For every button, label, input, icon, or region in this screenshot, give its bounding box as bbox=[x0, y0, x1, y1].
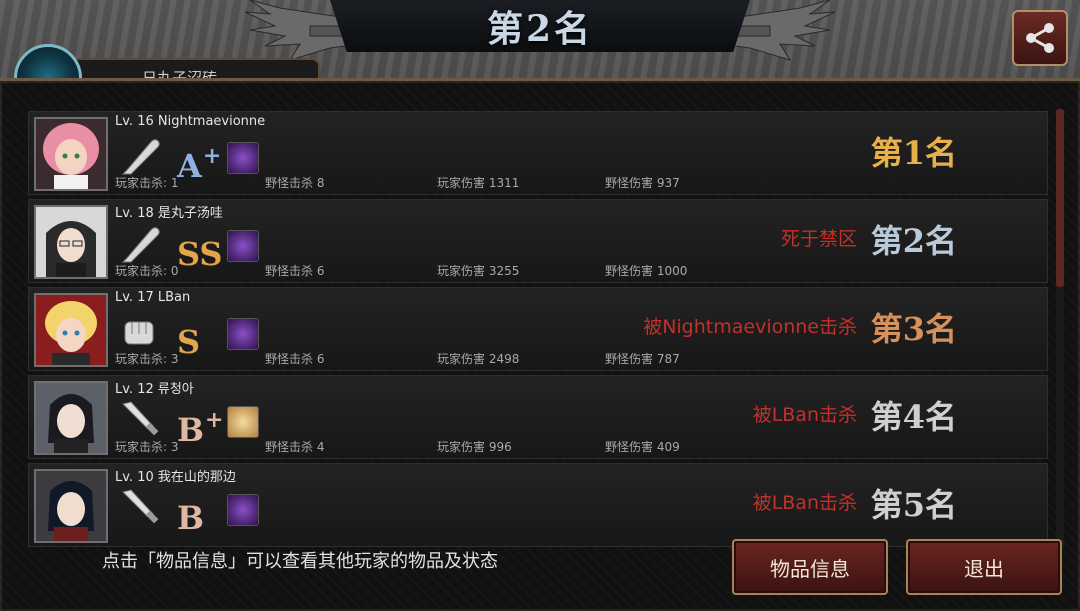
player-avatar bbox=[34, 117, 108, 191]
death-cause: 死于禁区 bbox=[780, 228, 857, 250]
player-list[interactable]: Lv. 16 Nightmaevionne A+ 玩家击杀: 1 野怪击杀 8 … bbox=[28, 109, 1050, 559]
player-level-name: Lv. 10 我在山的那边 bbox=[115, 470, 236, 485]
purple-item-icon bbox=[227, 142, 259, 174]
share-icon bbox=[1026, 23, 1054, 53]
player-level-name: Lv. 16 Nightmaevionne bbox=[115, 114, 266, 129]
bat-icon bbox=[121, 227, 160, 263]
death-cause: 被Nightmaevionne击杀 bbox=[643, 316, 857, 338]
player-stats: 玩家击杀: 1 野怪击杀 8 玩家伤害 1311 野怪伤害 937 bbox=[115, 176, 680, 190]
rank-label: 第3名 bbox=[870, 310, 957, 348]
player-row[interactable]: Lv. 12 류청아 B+ 玩家击杀: 3 野怪击杀 4 玩家伤害 996 野怪… bbox=[28, 375, 1048, 459]
player-stats: 玩家击杀: 3 野怪击杀 6 玩家伤害 2498 野怪伤害 787 bbox=[115, 352, 680, 366]
rank-label: 第5名 bbox=[870, 486, 957, 524]
player-level-name: Lv. 12 류청아 bbox=[115, 382, 194, 397]
death-cause: 被LBan击杀 bbox=[752, 492, 857, 514]
player-level-name: Lv. 17 LBan bbox=[115, 290, 191, 305]
gold-item-icon bbox=[227, 406, 259, 438]
title-banner: 第2名 bbox=[330, 0, 750, 52]
hint-text: 点击「物品信息」可以查看其他玩家的物品及状态 bbox=[102, 551, 498, 572]
player-row[interactable]: Lv. 10 我在山的那边 B 被LBan击杀 第5名 bbox=[28, 463, 1048, 547]
purple-item-icon bbox=[227, 318, 259, 350]
purple-item-icon bbox=[227, 494, 259, 526]
player-avatar bbox=[34, 381, 108, 455]
share-button[interactable] bbox=[1012, 10, 1068, 66]
player-avatar bbox=[34, 469, 108, 543]
exit-button[interactable]: 退出 bbox=[906, 539, 1062, 595]
knife-icon bbox=[122, 489, 159, 524]
grade-label: B bbox=[177, 499, 205, 537]
item-info-button[interactable]: 物品信息 bbox=[732, 539, 888, 595]
player-level-name: Lv. 18 是丸子汤哇 bbox=[115, 206, 223, 221]
purple-item-icon bbox=[227, 230, 259, 262]
page-title: 第2名 bbox=[486, 8, 594, 50]
death-cause: 被LBan击杀 bbox=[752, 404, 857, 426]
rank-label: 第4名 bbox=[870, 398, 957, 436]
player-avatar bbox=[34, 293, 108, 367]
knife-icon bbox=[122, 401, 159, 436]
player-stats: 玩家击杀: 3 野怪击杀 4 玩家伤害 996 野怪伤害 409 bbox=[115, 440, 680, 454]
results-panel: Lv. 16 Nightmaevionne A+ 玩家击杀: 1 野怪击杀 8 … bbox=[0, 78, 1080, 611]
player-row[interactable]: Lv. 16 Nightmaevionne A+ 玩家击杀: 1 野怪击杀 8 … bbox=[28, 111, 1048, 195]
player-row[interactable]: Lv. 17 LBan S 玩家击杀: 3 野怪击杀 6 玩家伤害 2498 野… bbox=[28, 287, 1048, 371]
fist-icon bbox=[124, 321, 154, 345]
bat-icon bbox=[121, 139, 160, 175]
player-avatar bbox=[34, 205, 108, 279]
rank-label: 第2名 bbox=[870, 222, 957, 260]
rank-label: 第1名 bbox=[870, 134, 957, 172]
player-row[interactable]: Lv. 18 是丸子汤哇 SS 玩家击杀: 0 野怪击杀 6 玩家伤害 3255… bbox=[28, 199, 1048, 283]
player-stats: 玩家击杀: 0 野怪击杀 6 玩家伤害 3255 野怪伤害 1000 bbox=[115, 264, 688, 278]
scrollbar-thumb[interactable] bbox=[1056, 109, 1064, 287]
